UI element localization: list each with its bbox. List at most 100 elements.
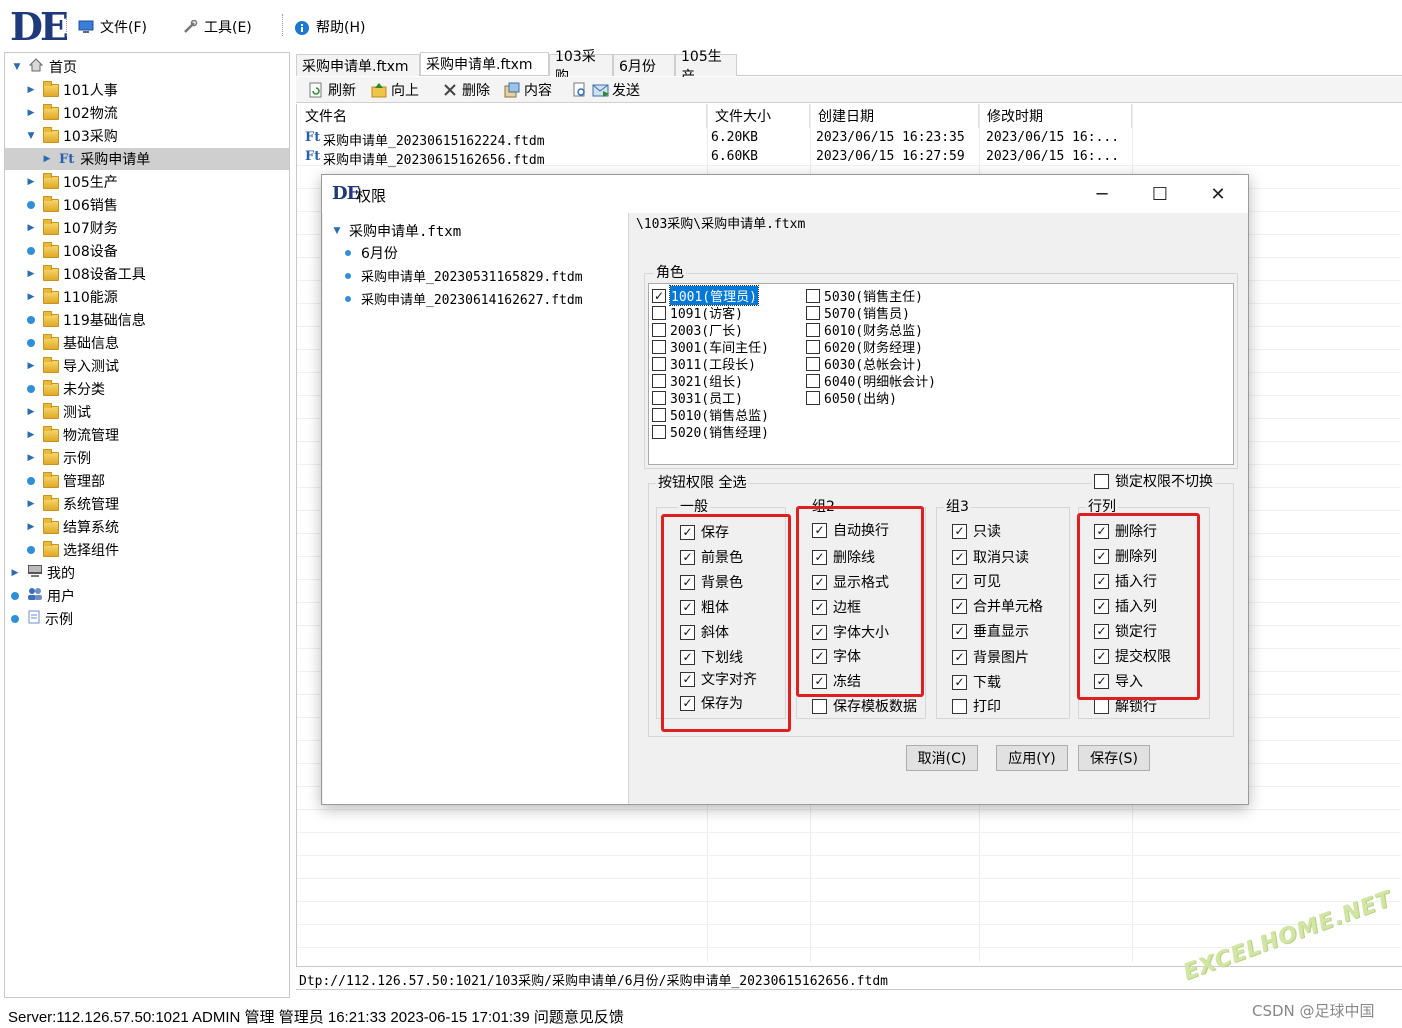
tree-item-folder[interactable]: ▶ 105生产 bbox=[5, 171, 289, 193]
tree-item-folder[interactable]: ▶ 结算系统 bbox=[5, 516, 289, 538]
collapsed-arrow-icon[interactable]: ▶ bbox=[25, 176, 37, 188]
tree-item-folder[interactable]: ▶ 108设备工具 bbox=[5, 263, 289, 285]
dialog-tree-item[interactable]: 6月份 bbox=[345, 243, 398, 263]
tree-item-folder[interactable]: 119基础信息 bbox=[5, 309, 289, 331]
tree-item-folder[interactable]: ▼ 103采购 bbox=[5, 125, 289, 147]
role-checkbox[interactable]: 3021(组长) bbox=[652, 372, 743, 390]
tree-item-folder[interactable]: ▶ 导入测试 bbox=[5, 355, 289, 377]
tree-item-folder[interactable]: ▶ 102物流 bbox=[5, 102, 289, 124]
role-checkbox[interactable]: 6020(财务经理) bbox=[806, 338, 923, 356]
tree-item-folder[interactable]: 管理部 bbox=[5, 470, 289, 492]
perm-checkbox[interactable]: 保存模板数据 bbox=[812, 696, 917, 716]
collapsed-arrow-icon[interactable]: ▶ bbox=[25, 521, 37, 533]
perm-checkbox[interactable]: ✓ 下载 bbox=[952, 672, 1001, 692]
role-checkbox[interactable]: 5070(销售员) bbox=[806, 304, 910, 322]
tree-item-example[interactable]: 示例 bbox=[5, 608, 289, 630]
tab-june[interactable]: 6月份 bbox=[613, 54, 675, 76]
collapsed-arrow-icon[interactable]: ▶ bbox=[9, 567, 21, 579]
delete-button[interactable]: 删除 bbox=[442, 80, 490, 100]
tree-item-folder[interactable]: ▶ 示例 bbox=[5, 447, 289, 469]
tab-document-1[interactable]: 采购申请单.ftxm bbox=[296, 54, 420, 76]
menu-help[interactable]: 帮助(H) bbox=[294, 16, 365, 38]
table-row[interactable]: Ft 采购申请单_20230615162224.ftdm 6.20KB 2023… bbox=[297, 129, 1401, 149]
tab-document-2-active[interactable]: 采购申请单.ftxm bbox=[420, 52, 549, 75]
collapsed-arrow-icon[interactable]: ▶ bbox=[25, 360, 37, 372]
menu-file[interactable]: 文件(F) bbox=[78, 16, 147, 38]
role-checkbox[interactable]: 5010(销售总监) bbox=[652, 406, 769, 424]
expand-arrow-icon[interactable]: ▼ bbox=[331, 225, 343, 237]
perm-checkbox[interactable]: 打印 bbox=[952, 696, 1001, 716]
collapsed-arrow-icon[interactable]: ▶ bbox=[25, 268, 37, 280]
dialog-tree-root[interactable]: ▼ 采购申请单.ftxm bbox=[331, 221, 462, 241]
up-button[interactable]: 向上 bbox=[371, 80, 419, 100]
collapsed-arrow-icon[interactable]: ▶ bbox=[41, 153, 53, 165]
column-header-size[interactable]: 文件大小 bbox=[707, 104, 810, 128]
collapsed-arrow-icon[interactable]: ▶ bbox=[25, 452, 37, 464]
expand-arrow-icon[interactable]: ▼ bbox=[25, 130, 37, 142]
tab-103-procurement[interactable]: 103采购 bbox=[549, 49, 613, 85]
perm-checkbox[interactable]: ✓ 可见 bbox=[952, 571, 1001, 591]
collapsed-arrow-icon[interactable]: ▶ bbox=[25, 291, 37, 303]
dialog-titlebar[interactable]: DE 权限 ─ ☐ ✕ bbox=[322, 175, 1248, 213]
perm-checkbox[interactable]: ✓ 垂直显示 bbox=[952, 621, 1029, 641]
role-checkbox[interactable]: 6050(出纳) bbox=[806, 389, 897, 407]
select-all-toggle[interactable]: 按钮权限 全选 bbox=[656, 472, 749, 492]
send-button[interactable]: 发送 bbox=[572, 80, 640, 100]
perm-checkbox[interactable]: ✓ 合并单元格 bbox=[952, 596, 1043, 616]
collapsed-arrow-icon[interactable]: ▶ bbox=[25, 222, 37, 234]
column-header-created[interactable]: 创建日期 bbox=[810, 104, 979, 128]
cancel-button[interactable]: 取消(C) bbox=[906, 745, 978, 771]
column-header-name[interactable]: 文件名 bbox=[297, 104, 707, 128]
role-checkbox[interactable]: 6010(财务总监) bbox=[806, 321, 923, 339]
role-checkbox[interactable]: 3011(工段长) bbox=[652, 355, 756, 373]
tree-item-folder[interactable]: ▶ 101人事 bbox=[5, 79, 289, 101]
role-checkbox[interactable]: 6030(总帐会计) bbox=[806, 355, 923, 373]
tree-item-folder[interactable]: ▶ 物流管理 bbox=[5, 424, 289, 446]
tree-item-folder[interactable]: ▶ 测试 bbox=[5, 401, 289, 423]
dialog-tree-item[interactable]: 采购申请单_20230531165829.ftdm bbox=[345, 266, 583, 285]
tree-item-folder[interactable]: ▶ 系统管理 bbox=[5, 493, 289, 515]
tree-item-selected[interactable]: ▶ Ft 采购申请单 bbox=[5, 148, 289, 170]
tree-item-folder[interactable]: ▶ 107财务 bbox=[5, 217, 289, 239]
apply-button[interactable]: 应用(Y) bbox=[996, 745, 1068, 771]
save-button[interactable]: 保存(S) bbox=[1078, 745, 1150, 771]
table-row[interactable]: Ft 采购申请单_20230615162656.ftdm 6.60KB 2023… bbox=[297, 148, 1401, 168]
dialog-tree-item[interactable]: 采购申请单_20230614162627.ftdm bbox=[345, 289, 583, 308]
collapsed-arrow-icon[interactable]: ▶ bbox=[25, 498, 37, 510]
collapsed-arrow-icon[interactable]: ▶ bbox=[25, 429, 37, 441]
perm-checkbox[interactable]: ✓ 取消只读 bbox=[952, 547, 1029, 567]
role-checkbox[interactable]: 3001(车间主任) bbox=[652, 338, 769, 356]
role-checkbox[interactable]: 5020(销售经理) bbox=[652, 423, 769, 441]
tree-item-users[interactable]: 用户 bbox=[5, 585, 289, 607]
tab-105-production[interactable]: 105生产 bbox=[675, 49, 737, 85]
lock-permission-checkbox[interactable]: 锁定权限不切换 bbox=[1092, 471, 1215, 491]
tree-item-home[interactable]: ▼ 首页 bbox=[5, 56, 289, 78]
maximize-button[interactable]: ☐ bbox=[1137, 175, 1183, 213]
perm-checkbox[interactable]: ✓ 背景图片 bbox=[952, 647, 1029, 667]
perm-checkbox[interactable]: ✓ 只读 bbox=[952, 521, 1001, 541]
tree-item-folder[interactable]: 108设备 bbox=[5, 240, 289, 262]
refresh-button[interactable]: 刷新 bbox=[308, 80, 356, 100]
collapsed-arrow-icon[interactable]: ▶ bbox=[25, 107, 37, 119]
tree-item-mine[interactable]: ▶ 我的 bbox=[5, 562, 289, 584]
tree-item-folder[interactable]: 选择组件 bbox=[5, 539, 289, 561]
column-header-modified[interactable]: 修改时期 bbox=[979, 104, 1132, 128]
role-checkbox[interactable]: 6040(明细帐会计) bbox=[806, 372, 936, 390]
menu-tools[interactable]: 工具(E) bbox=[182, 16, 252, 38]
role-checkbox[interactable]: 3031(员工) bbox=[652, 389, 743, 407]
tree-item-folder[interactable]: 基础信息 bbox=[5, 332, 289, 354]
role-checkbox[interactable]: 5030(销售主任) bbox=[806, 287, 923, 305]
collapsed-arrow-icon[interactable]: ▶ bbox=[25, 406, 37, 418]
tree-item-folder[interactable]: ▶ 110能源 bbox=[5, 286, 289, 308]
content-button[interactable]: 内容 bbox=[504, 80, 552, 100]
minimize-button[interactable]: ─ bbox=[1079, 175, 1125, 213]
tree-item-folder[interactable]: 106销售 bbox=[5, 194, 289, 216]
close-button[interactable]: ✕ bbox=[1195, 175, 1241, 213]
role-checkbox[interactable]: 1091(访客) bbox=[652, 304, 743, 322]
tree-item-folder[interactable]: 未分类 bbox=[5, 378, 289, 400]
role-checkbox[interactable]: 2003(厂长) bbox=[652, 321, 743, 339]
role-checkbox[interactable]: ✓ 1001(管理员) bbox=[652, 285, 759, 306]
expand-arrow-icon[interactable]: ▼ bbox=[11, 61, 23, 73]
roles-group-title: 角色 bbox=[654, 262, 686, 282]
collapsed-arrow-icon[interactable]: ▶ bbox=[25, 84, 37, 96]
